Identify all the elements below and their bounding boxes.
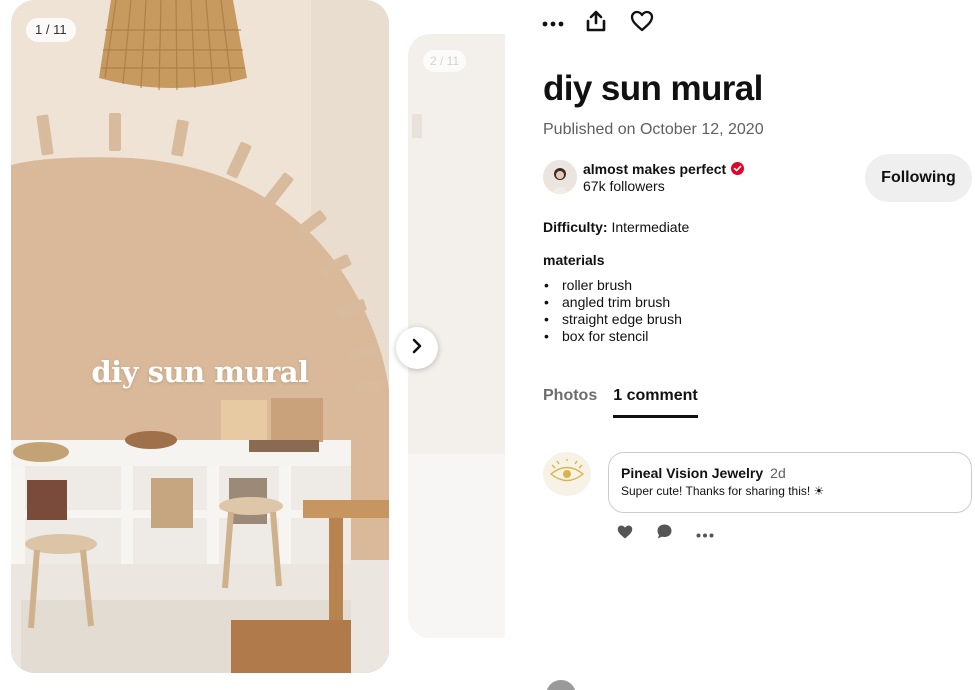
share-button[interactable]: [586, 10, 630, 36]
creator-name-link[interactable]: almost makes perfect: [583, 161, 726, 177]
list-item: straight edge brush: [543, 311, 682, 328]
save-heart-button[interactable]: [630, 10, 674, 36]
share-icon: [586, 10, 606, 37]
published-date: Published on October 12, 2020: [543, 121, 764, 138]
chevron-right-icon: [410, 338, 424, 359]
difficulty-label: Difficulty:: [543, 219, 608, 235]
creator-name-row: almost makes perfect: [583, 161, 745, 177]
heart-icon: [630, 10, 654, 37]
list-item: angled trim brush: [543, 294, 682, 311]
comment-like-button[interactable]: [616, 524, 656, 544]
next-page-counter-badge: 2 / 11: [423, 50, 467, 72]
list-item: roller brush: [543, 277, 682, 294]
story-image[interactable]: [11, 0, 389, 673]
tab-comments[interactable]: 1 comment: [613, 387, 698, 418]
commenter-avatar[interactable]: [543, 452, 591, 496]
creator-info: almost makes perfect 67k followers: [543, 160, 745, 194]
commenter-name[interactable]: Pineal Vision Jewelry: [621, 465, 763, 481]
pin-details-panel: diy sun mural Published on October 12, 2…: [505, 0, 975, 690]
comment-more-button[interactable]: [696, 524, 736, 544]
comment-text: Super cute! Thanks for sharing this! ☀: [621, 484, 825, 498]
following-button[interactable]: Following: [865, 154, 972, 202]
pin-toolbar: [542, 10, 674, 36]
heart-icon: [616, 524, 634, 545]
creator-text: almost makes perfect 67k followers: [583, 161, 745, 194]
tab-photos[interactable]: Photos: [543, 387, 597, 418]
detail-tabs: Photos 1 comment: [543, 387, 698, 418]
difficulty-row: Difficulty: Intermediate: [543, 219, 689, 235]
creator-avatar[interactable]: [543, 160, 577, 194]
ellipsis-icon: [696, 525, 714, 543]
room-illustration: [11, 0, 389, 673]
comment-header: Pineal Vision Jewelry 2d: [621, 465, 959, 481]
difficulty-value: Intermediate: [611, 219, 690, 235]
comment-bubble: Pineal Vision Jewelry 2d Super cute! Tha…: [608, 452, 972, 513]
comment-timestamp: 2d: [770, 465, 786, 481]
comment-actions: [616, 524, 736, 544]
page-counter-badge: 1 / 11: [26, 18, 76, 42]
comment-reply-button[interactable]: [656, 524, 696, 544]
user-avatar[interactable]: [546, 680, 576, 690]
more-options-button[interactable]: [542, 10, 586, 36]
ellipsis-icon: [542, 14, 564, 32]
next-page-button[interactable]: [396, 327, 438, 369]
verified-badge-icon: [731, 162, 745, 175]
materials-list: roller brush angled trim brush straight …: [543, 277, 682, 345]
pin-title: diy sun mural: [543, 69, 763, 108]
image-overlay-title: diy sun mural: [91, 355, 309, 389]
materials-heading: materials: [543, 252, 605, 268]
follower-count: 67k followers: [583, 177, 665, 194]
list-item: box for stencil: [543, 328, 682, 345]
speech-bubble-icon: [656, 523, 673, 545]
pin-media-area: 1 / 11 diy sun mural 2 / 11: [0, 0, 518, 690]
